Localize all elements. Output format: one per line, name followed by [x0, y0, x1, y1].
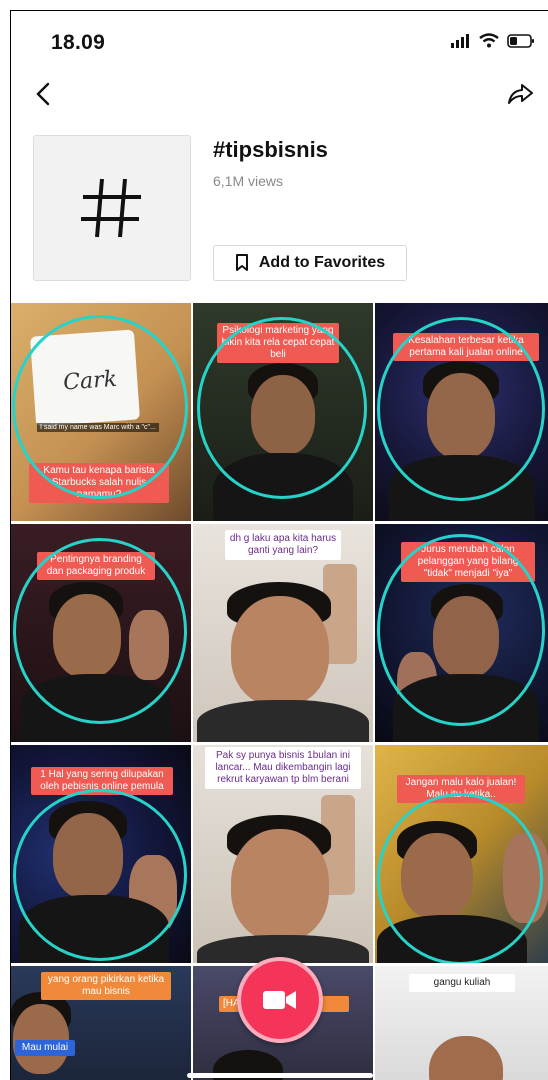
highlight-ring	[13, 789, 187, 961]
view-count: 6,1M views	[213, 173, 284, 189]
add-to-favorites-button[interactable]: Add to Favorites	[213, 245, 407, 281]
highlight-ring	[13, 538, 187, 724]
chevron-left-icon	[36, 82, 50, 106]
video-badge: Mau mulai	[15, 1040, 75, 1056]
video-thumbnail-2[interactable]: Psikologi marketing yang bikin kita rela…	[193, 303, 373, 521]
highlight-ring	[197, 317, 367, 499]
signal-icon	[451, 33, 469, 48]
highlight-ring	[377, 534, 545, 726]
nav-bar	[11, 71, 548, 121]
hashtag-thumbnail	[33, 135, 191, 281]
home-indicator	[187, 1073, 373, 1078]
person-face	[231, 829, 329, 941]
video-thumbnail-10[interactable]: yang orang pikirkan ketika mau bisnis Ma…	[11, 966, 191, 1080]
person-face	[429, 1036, 503, 1080]
status-time: 18.09	[51, 31, 106, 54]
person-shirt	[197, 700, 369, 742]
app-frame: 18.09 #tipsbisnis 6,1M views Add to Favo…	[10, 10, 548, 1080]
battery-icon	[507, 33, 534, 48]
video-thumbnail-4[interactable]: Pentingnya branding dan packaging produk	[11, 524, 191, 742]
share-button[interactable]	[505, 79, 535, 114]
video-thumbnail-6[interactable]: Jurus merubah calon pelanggan yang bilan…	[375, 524, 548, 742]
video-thumbnail-1[interactable]: Cark I said my name was Marc with a "c".…	[11, 303, 191, 521]
person-face	[13, 1004, 69, 1074]
video-thumbnail-3[interactable]: Kesalahan terbesar ketika pertama kali j…	[375, 303, 548, 521]
video-thumbnail-7[interactable]: 1 Hal yang sering dilupakan oleh pebisni…	[11, 745, 191, 963]
video-caption: yang orang pikirkan ketika mau bisnis	[41, 972, 171, 1000]
bookmark-icon	[235, 254, 248, 271]
highlight-ring	[377, 793, 543, 963]
hashtag-title: #tipsbisnis	[213, 137, 328, 162]
record-button[interactable]	[237, 957, 323, 1043]
back-button[interactable]	[33, 79, 53, 114]
highlight-ring	[12, 315, 188, 499]
video-thumbnail-9[interactable]: Jangan malu kalo jualan! Malu itu ketika…	[375, 745, 548, 963]
video-thumbnail-8[interactable]: Pak sy punya bisnis 1bulan ini lancar...…	[193, 745, 373, 963]
highlight-ring	[377, 317, 545, 501]
status-bar: 18.09	[11, 11, 548, 71]
status-icons	[451, 33, 535, 48]
share-arrow-icon	[508, 84, 533, 104]
wifi-icon	[479, 33, 499, 48]
hashtag-header: #tipsbisnis 6,1M views Add to Favorites	[11, 129, 548, 301]
video-thumbnail-5[interactable]: dh g laku apa kita harus ganti yang lain…	[193, 524, 373, 742]
video-camera-icon	[263, 991, 296, 1009]
video-caption: Pak sy punya bisnis 1bulan ini lancar...…	[205, 747, 361, 789]
hashtag-icon	[81, 178, 141, 238]
video-caption: gangu kuliah	[409, 974, 515, 992]
add-to-favorites-label: Add to Favorites	[258, 254, 386, 271]
person-face	[231, 596, 329, 706]
video-caption: dh g laku apa kita harus ganti yang lain…	[225, 530, 341, 560]
video-thumbnail-12[interactable]: gangu kuliah	[375, 966, 548, 1080]
